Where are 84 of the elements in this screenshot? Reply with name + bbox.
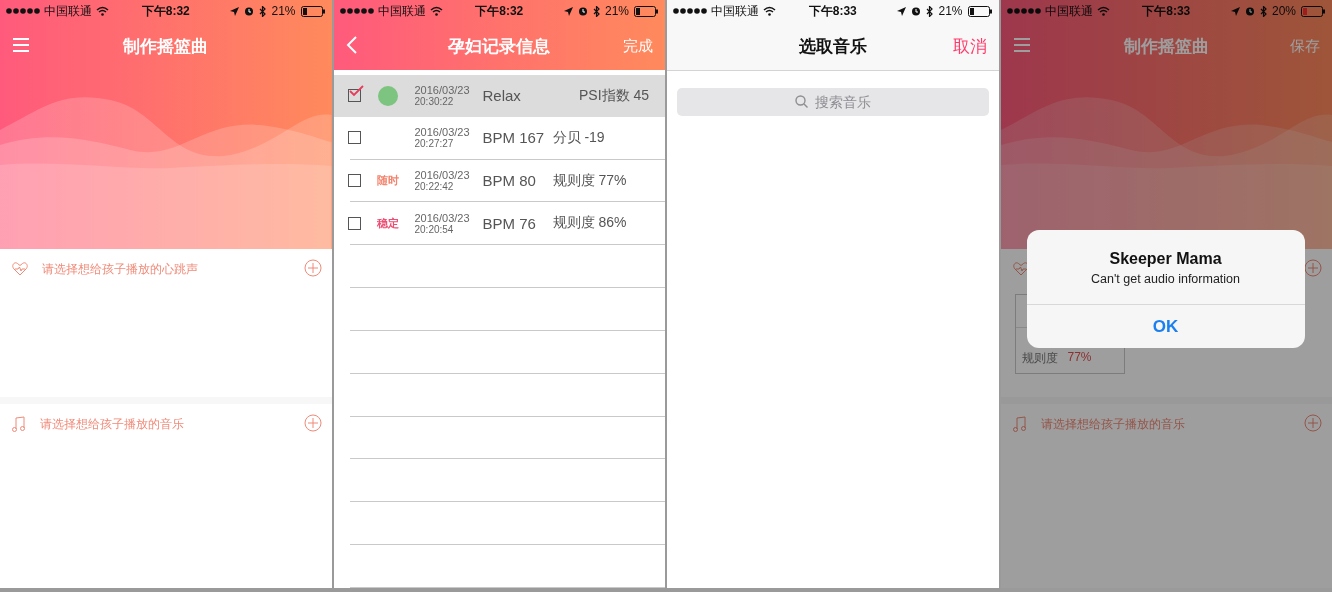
- alarm-icon: [577, 6, 588, 16]
- alarm-icon: [1244, 6, 1255, 16]
- search-icon: [795, 95, 808, 108]
- carrier-name: 中国联通: [377, 2, 426, 20]
- add-button[interactable]: [303, 258, 322, 280]
- alert-message: Can't get audio information: [1090, 272, 1241, 288]
- alarm-icon: [911, 6, 922, 16]
- card-label: 规则度: [1021, 350, 1058, 367]
- record-metric: Relax: [482, 87, 522, 105]
- battery-percent: 21%: [604, 4, 629, 18]
- wifi-icon: [763, 6, 776, 16]
- carrier-name: 中国联通: [711, 2, 759, 20]
- wifi-icon: [429, 6, 443, 16]
- alarm-icon: [244, 6, 255, 16]
- checkbox[interactable]: [347, 216, 361, 230]
- status-time: 下午8:33: [1142, 2, 1191, 20]
- status-time: 下午8:33: [808, 2, 857, 20]
- signal-icon: [6, 8, 40, 14]
- screen-title: 孕妇记录信息: [447, 35, 552, 58]
- checkbox[interactable]: [347, 174, 361, 188]
- record-metric: BPM 80: [482, 172, 537, 190]
- heart-icon: [1012, 262, 1029, 276]
- battery-icon: [300, 5, 326, 17]
- record-date: 2016/03/23: [414, 126, 471, 139]
- battery-icon: [634, 5, 659, 17]
- bluetooth-icon: [926, 5, 934, 17]
- alert-title: Skeeper Mama: [1108, 249, 1223, 269]
- add-button[interactable]: [303, 413, 322, 435]
- carrier-name: 中国联通: [1044, 2, 1093, 20]
- wifi-icon: [96, 6, 109, 16]
- music-note-icon: [12, 416, 26, 432]
- carrier-name: 中国联通: [44, 2, 92, 20]
- record-date: 2016/03/23: [414, 84, 471, 97]
- record-row[interactable]: 随时 2016/03/23 20:22:42 BPM 80 规则度 77%: [333, 159, 665, 202]
- record-reading: 分贝 -19: [552, 128, 606, 147]
- state-tag: 稳定: [376, 215, 399, 231]
- search-field[interactable]: 搜索音乐: [677, 88, 989, 116]
- menu-button[interactable]: [1012, 37, 1031, 55]
- record-time: 20:22:42: [414, 181, 455, 193]
- location-icon: [1230, 6, 1240, 16]
- music-note-icon: [1012, 416, 1027, 432]
- bluetooth-icon: [1259, 5, 1267, 17]
- add-button[interactable]: [1304, 413, 1322, 435]
- record-metric: BPM 167: [482, 129, 546, 147]
- record-row[interactable]: 稳定 2016/03/23 20:20:54 BPM 76 规则度 86%: [333, 202, 665, 245]
- menu-button[interactable]: [12, 37, 30, 55]
- location-icon: [563, 6, 573, 16]
- bluetooth-icon: [259, 5, 267, 17]
- record-date: 2016/03/23: [414, 169, 471, 182]
- screen-title: 选取音乐: [797, 35, 868, 58]
- signal-icon: [673, 8, 707, 14]
- state-tag: 随时: [376, 173, 399, 189]
- card-value: 77%: [1067, 350, 1092, 366]
- status-time: 下午8:32: [141, 2, 190, 20]
- heart-icon: [12, 262, 28, 276]
- location-icon: [230, 6, 240, 16]
- signal-icon: [1006, 8, 1041, 14]
- record-time: 20:20:54: [414, 223, 455, 235]
- record-reading: PSI指数 45: [577, 86, 650, 105]
- battery-icon: [967, 5, 993, 17]
- battery-percent: 21%: [938, 4, 963, 18]
- record-row[interactable]: 2016/03/23 20:27:27 BPM 167 分贝 -19: [333, 116, 665, 159]
- record-reading: 规则度 77%: [552, 171, 628, 190]
- add-button[interactable]: [1304, 258, 1322, 280]
- record-time: 20:27:27: [414, 138, 455, 150]
- record-time: 20:30:22: [414, 96, 455, 108]
- checkbox[interactable]: [347, 131, 361, 145]
- record-reading: 规则度 86%: [552, 214, 628, 233]
- section-prompt: 请选择想给孩子播放的心跳声: [42, 261, 198, 276]
- wifi-icon: [1096, 6, 1110, 16]
- battery-percent: 21%: [271, 4, 296, 18]
- screen-title: 制作摇篮曲: [1122, 35, 1210, 58]
- cancel-button[interactable]: 取消: [952, 34, 987, 58]
- section-prompt: 请选择想给孩子播放的音乐: [1040, 416, 1185, 431]
- location-icon: [897, 6, 907, 16]
- section-prompt: 请选择想给孩子播放的音乐: [40, 416, 184, 431]
- record-date: 2016/03/23: [414, 211, 471, 224]
- record-metric: BPM 76: [482, 214, 537, 232]
- battery-percent: 20%: [1271, 4, 1296, 18]
- signal-icon: [339, 8, 374, 14]
- screen-title: 制作摇篮曲: [122, 35, 210, 58]
- status-time: 下午8:32: [475, 2, 524, 20]
- bluetooth-icon: [592, 5, 600, 17]
- ok-button[interactable]: OK: [1026, 304, 1305, 348]
